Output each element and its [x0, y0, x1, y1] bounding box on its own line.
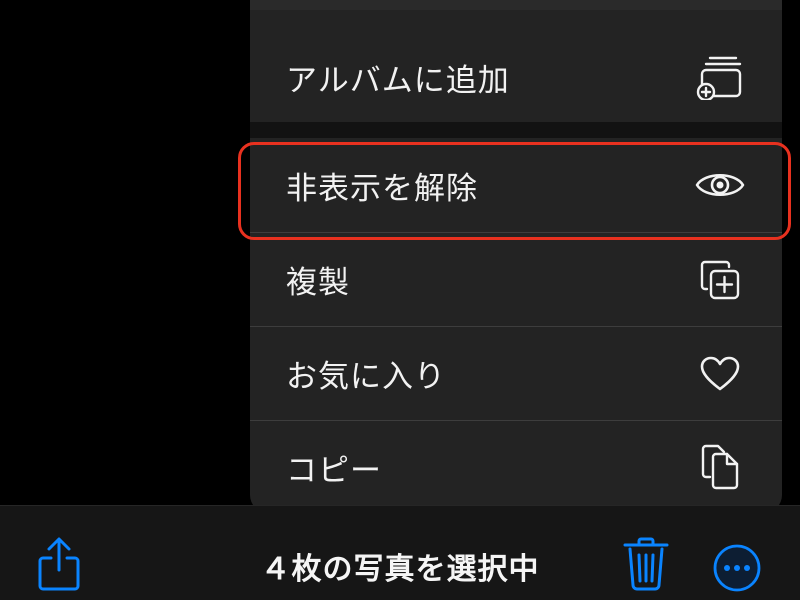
share-icon[interactable]: [36, 536, 82, 592]
menu-item-unhide[interactable]: 非表示を解除: [250, 138, 782, 232]
menu-item-copy[interactable]: コピー: [250, 421, 782, 513]
menu-item-label: 複製: [286, 265, 350, 301]
heart-icon: [694, 348, 746, 400]
menu-item-label: お気に入り: [286, 359, 446, 395]
trash-icon[interactable]: [620, 536, 672, 592]
duplicate-icon: [694, 254, 746, 306]
menu-top-strip: [250, 0, 782, 10]
bottom-toolbar: ４枚の写真を選択中: [0, 505, 800, 600]
menu-item-favorite[interactable]: お気に入り: [250, 327, 782, 420]
more-icon[interactable]: [712, 543, 764, 595]
context-menu: アルバムに追加 非表示を解除 複製 お気に入り コピー: [250, 0, 782, 513]
menu-item-label: アルバムに追加: [286, 62, 510, 99]
menu-item-label: コピー: [286, 452, 382, 489]
menu-item-add-to-album[interactable]: アルバムに追加: [250, 32, 782, 122]
menu-item-label: 非表示を解除: [286, 170, 478, 207]
photos-screen: アルバムに追加 非表示を解除 複製 お気に入り コピー ４枚の写真を選択中: [0, 0, 800, 600]
menu-section-gap: [250, 122, 782, 138]
eye-icon: [694, 159, 746, 211]
add-to-album-icon: [694, 51, 746, 103]
menu-item-duplicate[interactable]: 複製: [250, 233, 782, 326]
selection-count-title: ４枚の写真を選択中: [260, 552, 540, 587]
copy-icon: [694, 441, 746, 493]
